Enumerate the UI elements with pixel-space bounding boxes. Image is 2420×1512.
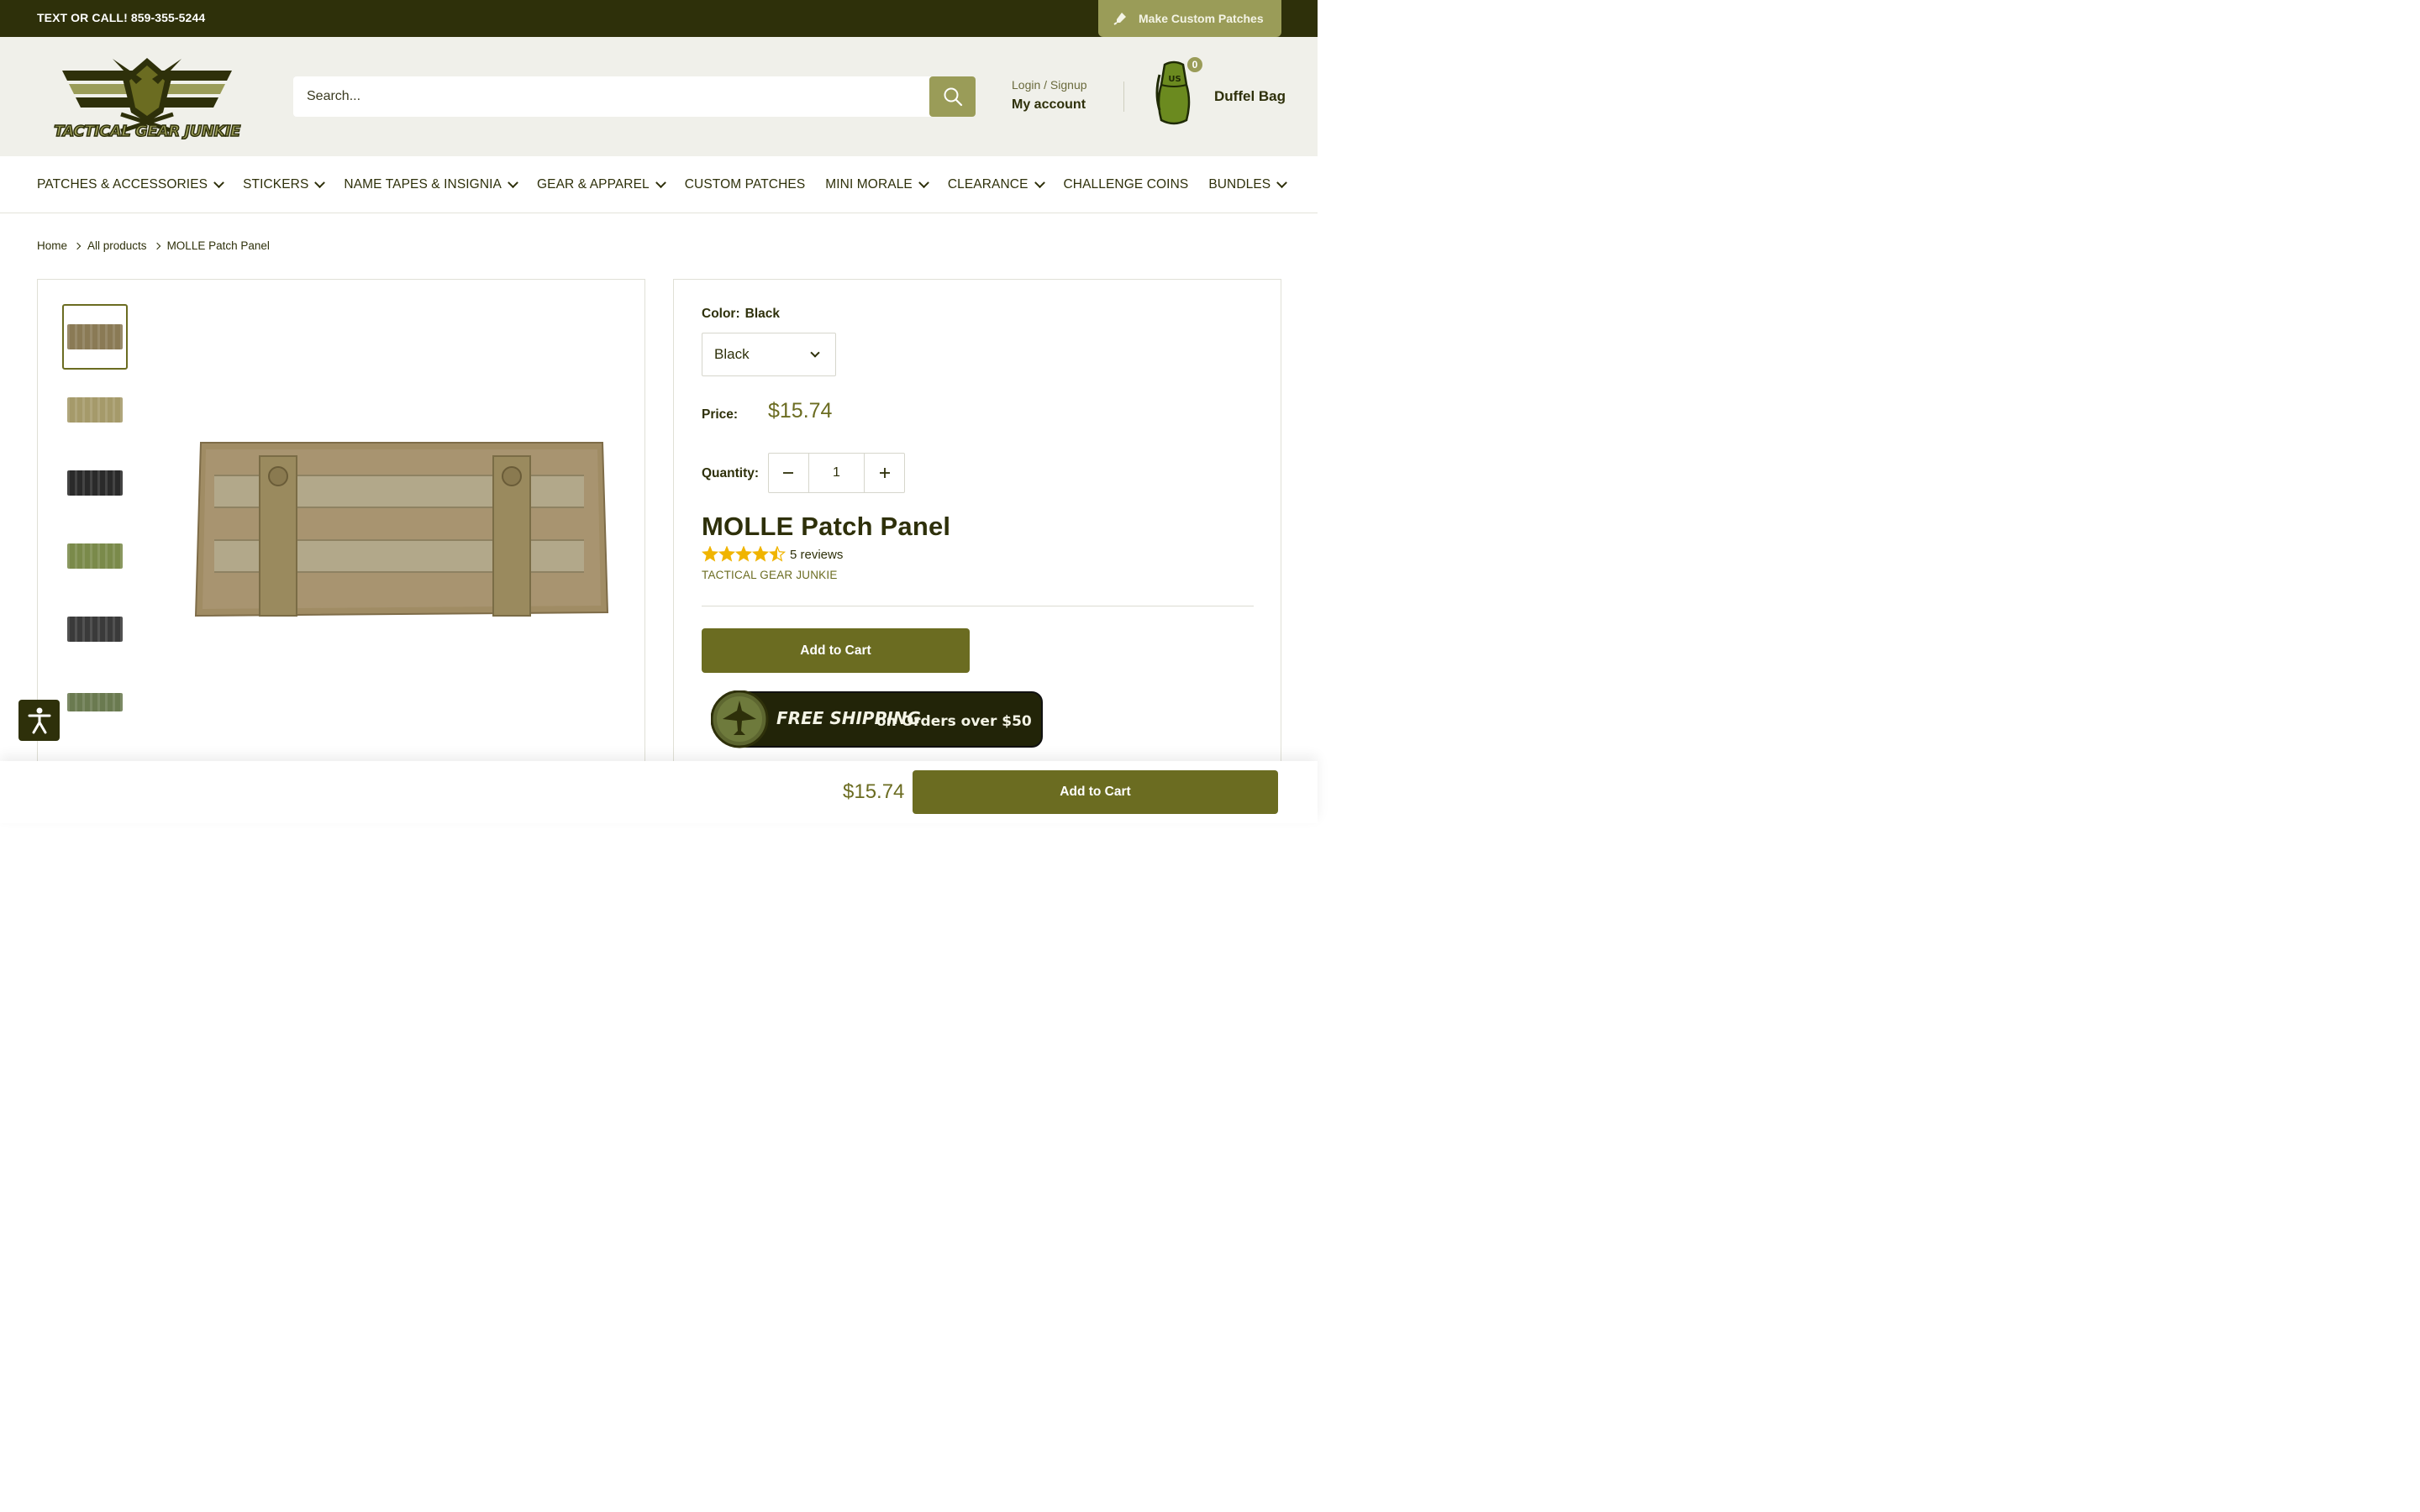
nav-item-stickers[interactable]: STICKERS [243, 176, 326, 192]
color-label: Color: Black [702, 307, 781, 321]
site-header: TACTICAL GEAR JUNKIE Login / Signup My a… [0, 37, 1318, 156]
reviews-count[interactable]: 5 reviews [790, 548, 843, 562]
nav-item-mini-morale[interactable]: MINI MORALE [825, 176, 929, 192]
accessibility-button[interactable] [18, 700, 60, 741]
thumb-black[interactable] [62, 450, 128, 516]
breadcrumb-home[interactable]: Home [37, 239, 67, 252]
header-divider [1123, 81, 1124, 112]
search-input[interactable] [293, 76, 930, 117]
free-shipping-banner: FREE SHIPPING on Orders over $50 [711, 690, 1043, 748]
product-vendor[interactable]: TACTICAL GEAR JUNKIE [702, 569, 838, 581]
chevron-right-icon [73, 242, 82, 249]
nav-item-bundles[interactable]: BUNDLES [1208, 176, 1288, 192]
sticky-price: $15.74 [843, 780, 905, 803]
thumb-black-front[interactable] [62, 596, 128, 662]
make-custom-patches-button[interactable]: Make Custom Patches [1098, 0, 1281, 37]
product-gallery [37, 279, 645, 800]
search-button[interactable] [929, 76, 976, 117]
price-label: Price: [702, 407, 739, 422]
product-price: $15.74 [768, 399, 833, 423]
color-value: Black [744, 307, 781, 321]
thumbnail-image [67, 543, 123, 569]
add-to-cart-button[interactable]: Add to Cart [702, 628, 970, 673]
sticky-add-to-cart-button[interactable]: Add to Cart [913, 770, 1278, 814]
chevron-down-icon [1034, 176, 1045, 188]
nav-item-clearance[interactable]: CLEARANCE [948, 176, 1045, 192]
thumbnail-image [67, 693, 123, 711]
chevron-down-icon [213, 176, 224, 188]
chevron-down-icon [655, 176, 666, 188]
thumbnail-image [67, 470, 123, 496]
star-icon [768, 546, 786, 562]
star-icon [734, 546, 753, 562]
account-block: Login / Signup My account [1012, 78, 1087, 113]
chevron-right-icon [153, 242, 160, 249]
svg-text:US: US [1168, 75, 1181, 84]
quantity-stepper: 1 [768, 453, 905, 493]
plus-icon [879, 468, 890, 478]
star-icon [702, 546, 719, 562]
chevron-down-icon [810, 348, 820, 358]
cart-count-badge: 0 [1186, 55, 1204, 74]
nav-item-custom-patches[interactable]: CUSTOM PATCHES [685, 177, 806, 192]
chevron-down-icon [314, 176, 326, 188]
breadcrumb-all-products[interactable]: All products [87, 239, 147, 252]
thumbnail-image [67, 617, 123, 642]
product-info: Color: Black Black Price: $15.74 Quantity… [673, 279, 1281, 800]
star-rating-icon [702, 546, 786, 562]
svg-text:TACTICAL GEAR JUNKIE: TACTICAL GEAR JUNKIE [54, 123, 241, 139]
main-navigation: PATCHES & ACCESSORIES STICKERS NAME TAPE… [0, 156, 1318, 213]
product-title: MOLLE Patch Panel [702, 512, 951, 541]
thumb-od-green[interactable] [62, 523, 128, 589]
color-select[interactable]: Black [702, 333, 836, 376]
thumb-coyote-front[interactable] [62, 304, 128, 370]
quantity-label: Quantity: [702, 466, 760, 480]
duffel-bag-link[interactable]: Duffel Bag [1214, 88, 1286, 105]
chevron-down-icon [918, 176, 929, 188]
thumb-camo[interactable] [62, 669, 128, 735]
breadcrumb-current: MOLLE Patch Panel [166, 239, 270, 252]
tactical-gear-junkie-logo[interactable]: TACTICAL GEAR JUNKIE [37, 54, 257, 139]
quantity-increase-button[interactable] [865, 454, 904, 492]
nav-item-patches-accessories[interactable]: PATCHES & ACCESSORIES [37, 176, 224, 192]
accessibility-icon [28, 707, 50, 733]
color-select-value: Black [714, 346, 750, 362]
breadcrumb: Home All products MOLLE Patch Panel [37, 239, 270, 252]
chevron-down-icon [1276, 176, 1288, 188]
marker-icon [1113, 13, 1126, 25]
phone-text[interactable]: TEXT OR CALL! 859-355-5244 [37, 11, 205, 24]
nav-item-gear-apparel[interactable]: GEAR & APPAREL [537, 176, 666, 192]
star-icon [718, 546, 736, 562]
quantity-decrease-button[interactable] [769, 454, 808, 492]
svg-text:on Orders over $50: on Orders over $50 [876, 713, 1032, 730]
product-main-image[interactable] [189, 431, 614, 624]
quantity-input[interactable]: 1 [808, 454, 865, 492]
search-icon [944, 87, 962, 107]
rating-stars[interactable]: 5 reviews [702, 546, 843, 563]
nav-item-challenge-coins[interactable]: CHALLENGE COINS [1064, 177, 1189, 192]
minus-icon [783, 472, 794, 474]
thumbnail-image [67, 324, 123, 349]
search-bar [293, 76, 976, 117]
thumbnail-image [67, 397, 123, 423]
sticky-add-to-cart-bar: $15.74 Add to Cart [0, 761, 1318, 823]
chevron-down-icon [508, 176, 518, 188]
make-custom-patches-label: Make Custom Patches [1139, 12, 1264, 25]
login-signup-link[interactable]: Login / Signup [1012, 78, 1087, 92]
nav-item-name-tapes-insignia[interactable]: NAME TAPES & INSIGNIA [344, 176, 518, 192]
star-icon [751, 546, 770, 562]
announcement-bar: TEXT OR CALL! 859-355-5244 Make Custom P… [0, 0, 1318, 37]
thumb-tan-back[interactable] [62, 377, 128, 443]
my-account-link[interactable]: My account [1012, 97, 1087, 113]
